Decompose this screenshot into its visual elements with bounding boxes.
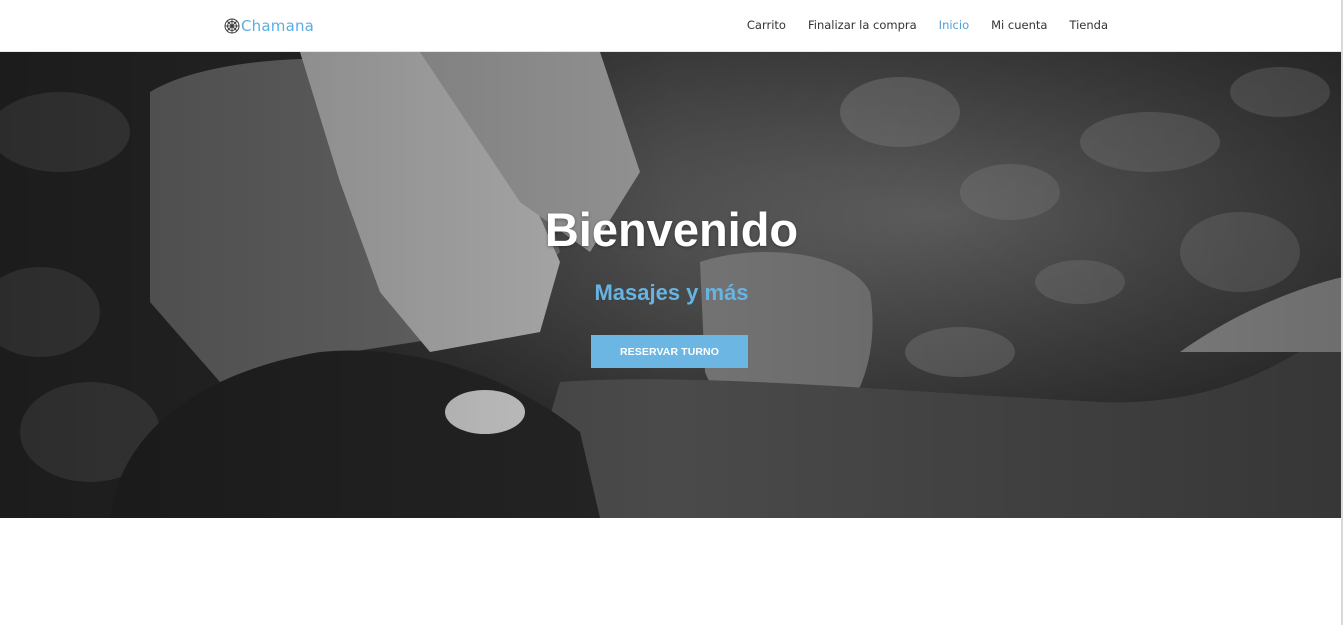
nav-item-inicio[interactable]: Inicio — [939, 18, 969, 32]
nav-item-tienda[interactable]: Tienda — [1069, 18, 1108, 32]
site-logo[interactable]: Chamana — [224, 14, 314, 38]
main-nav: Carrito Finalizar la compra Inicio Mi cu… — [747, 18, 1108, 32]
mandala-icon — [224, 18, 240, 34]
hero-section: Bienvenido Masajes y más RESERVAR TURNO — [0, 52, 1343, 518]
hero-subtitle: Masajes y más — [594, 280, 749, 305]
hero-content: Bienvenido Masajes y más RESERVAR TURNO — [0, 52, 1343, 518]
nav-item-carrito[interactable]: Carrito — [747, 18, 786, 32]
nav-item-finalizar-compra[interactable]: Finalizar la compra — [808, 18, 917, 32]
site-header: Chamana Carrito Finalizar la compra Inic… — [0, 0, 1343, 52]
reservar-turno-button[interactable]: RESERVAR TURNO — [591, 335, 748, 368]
hero-title: Bienvenido — [544, 203, 799, 256]
nav-item-mi-cuenta[interactable]: Mi cuenta — [991, 18, 1047, 32]
logo-text: Chamana — [241, 17, 315, 35]
